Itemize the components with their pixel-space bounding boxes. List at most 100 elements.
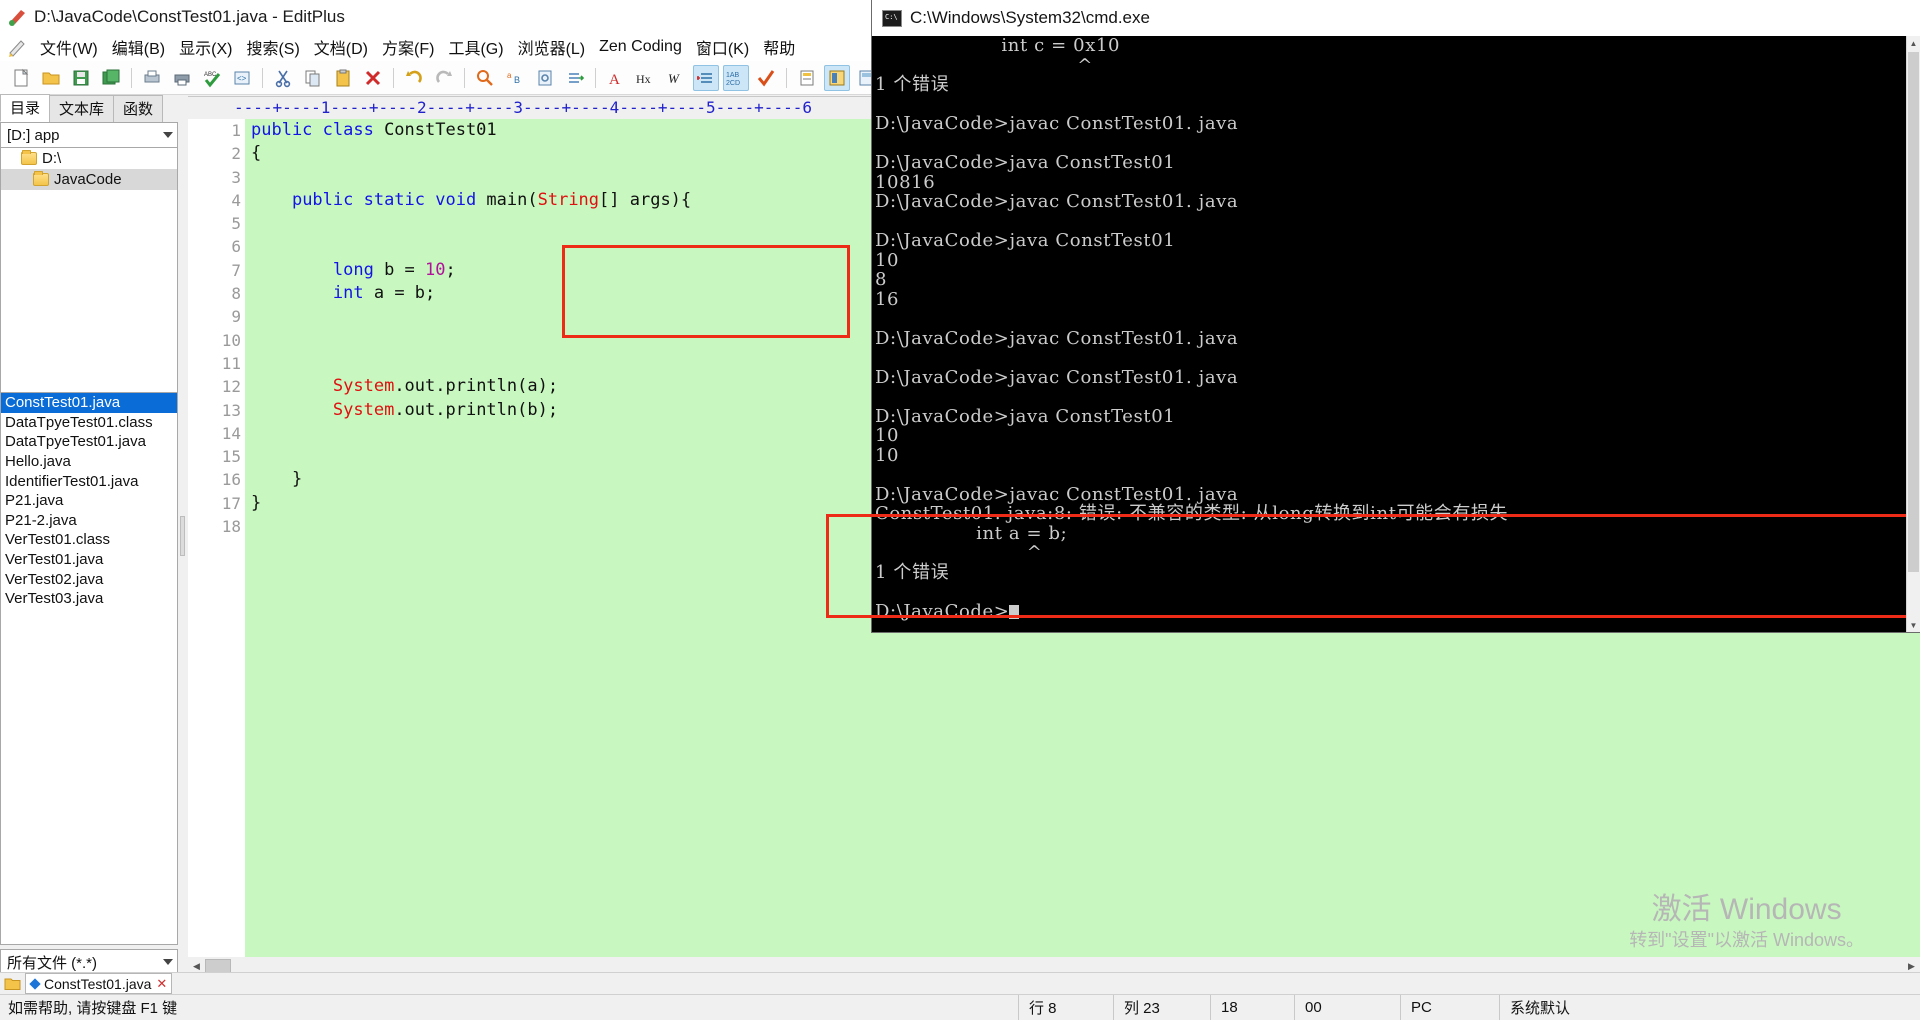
tab-constest01-java[interactable]: ConstTest01.java ✕ bbox=[25, 973, 173, 994]
spellcheck-icon[interactable]: ABC bbox=[199, 65, 225, 91]
output-window-icon[interactable] bbox=[824, 64, 850, 91]
svg-text:A: A bbox=[609, 72, 620, 88]
console-caret bbox=[1009, 604, 1020, 619]
check-icon[interactable] bbox=[753, 65, 779, 91]
menu-item-project[interactable]: 方案(F) bbox=[376, 33, 440, 61]
indent-icon[interactable] bbox=[693, 64, 719, 91]
tab-label: ConstTest01.java bbox=[44, 975, 152, 992]
console-prompt-line[interactable]: D:\JavaCode> bbox=[875, 601, 1906, 622]
code-token: int bbox=[332, 283, 364, 304]
list-item[interactable]: DataTpyeTest01.class bbox=[1, 413, 177, 433]
svg-text:Hx: Hx bbox=[636, 72, 651, 86]
list-item[interactable]: Hello.java bbox=[1, 452, 177, 472]
list-item[interactable]: P21.java bbox=[1, 491, 177, 511]
code-token: String bbox=[537, 189, 600, 210]
menu-item-help[interactable]: 帮助 bbox=[757, 33, 801, 61]
case-convert-icon[interactable]: 1AB 2CD bbox=[723, 64, 749, 91]
find-in-files-icon[interactable] bbox=[532, 65, 558, 91]
tab-function[interactable]: 函数 bbox=[113, 95, 164, 122]
find-icon[interactable] bbox=[472, 65, 498, 91]
list-item[interactable]: DataTpyeTest01.java bbox=[1, 432, 177, 452]
file-list[interactable]: ConstTest01.java DataTpyeTest01.class Da… bbox=[0, 392, 178, 945]
save-file-icon[interactable] bbox=[68, 65, 94, 91]
cmd-vertical-scrollbar[interactable]: ▲ ▼ bbox=[1906, 36, 1920, 632]
list-item[interactable]: P21-2.java bbox=[1, 511, 177, 531]
scroll-up-icon[interactable]: ▲ bbox=[1907, 36, 1920, 50]
menu-item-zen-coding[interactable]: Zen Coding bbox=[593, 36, 688, 58]
line-number: 16 bbox=[221, 470, 241, 490]
tree-item-javacode[interactable]: JavaCode bbox=[1, 169, 177, 190]
drive-select-value: [D:] app bbox=[7, 126, 60, 144]
menu-item-file[interactable]: 文件(W) bbox=[34, 33, 104, 61]
copy-icon[interactable] bbox=[300, 65, 326, 91]
redo-icon[interactable] bbox=[431, 65, 457, 91]
menu-item-document[interactable]: 文档(D) bbox=[308, 33, 374, 61]
splitter-grip[interactable] bbox=[180, 515, 185, 556]
delete-icon[interactable] bbox=[360, 65, 386, 91]
tree-item-drive[interactable]: D:\ bbox=[1, 148, 177, 169]
tab-directory[interactable]: 目录 bbox=[0, 94, 51, 122]
hex-view-icon[interactable]: Hx bbox=[633, 65, 659, 91]
cut-icon[interactable] bbox=[270, 65, 296, 91]
cmd-window[interactable]: C:\Windows\System32\cmd.exe int c = 0x10… bbox=[826, 0, 1920, 632]
save-all-icon[interactable] bbox=[98, 65, 124, 91]
browser-preview-icon[interactable]: <> bbox=[229, 65, 255, 91]
panel-splitter[interactable] bbox=[178, 96, 188, 975]
line-number: 13 bbox=[221, 400, 241, 420]
svg-text:W: W bbox=[668, 71, 680, 86]
goto-line-icon[interactable] bbox=[562, 65, 588, 91]
line-number: 10 bbox=[221, 330, 241, 350]
list-item[interactable]: IdentifierTest01.java bbox=[1, 471, 177, 491]
menu-item-edit[interactable]: 编辑(B) bbox=[106, 33, 171, 61]
print-icon[interactable] bbox=[169, 65, 195, 91]
toolbar-separator bbox=[595, 67, 596, 88]
new-file-icon[interactable] bbox=[8, 65, 34, 91]
font-icon[interactable]: A bbox=[603, 65, 629, 91]
list-item[interactable]: ConstTest01.java bbox=[1, 393, 177, 413]
replace-icon[interactable]: aB bbox=[502, 65, 528, 91]
print-preview-icon[interactable] bbox=[139, 65, 165, 91]
code-token: ConstTest01 bbox=[384, 120, 497, 140]
menu-item-window[interactable]: 窗口(K) bbox=[690, 33, 755, 61]
chevron-down-icon bbox=[163, 959, 173, 965]
file-filter-value: 所有文件 (*.*) bbox=[7, 954, 98, 972]
console-line: ^ bbox=[875, 542, 1043, 563]
paste-icon[interactable] bbox=[330, 65, 356, 91]
undo-icon[interactable] bbox=[401, 65, 427, 91]
word-wrap-icon[interactable]: W bbox=[663, 65, 689, 91]
list-item[interactable]: VerTest01.class bbox=[1, 530, 177, 550]
drive-select[interactable]: [D:] app bbox=[0, 122, 178, 148]
code-token: [] args){ bbox=[599, 189, 692, 210]
menu-item-browser[interactable]: 浏览器(L) bbox=[512, 33, 592, 61]
list-item[interactable]: VerTest03.java bbox=[1, 589, 177, 609]
document-selector-icon[interactable] bbox=[794, 65, 820, 91]
code-token: } bbox=[251, 469, 303, 490]
console-line: ConstTest01. java:8: 错误: 不兼容的类型: 从long转换… bbox=[875, 503, 1509, 524]
code-token: a = b; bbox=[363, 283, 436, 304]
line-number: 5 bbox=[231, 214, 241, 234]
scroll-down-icon[interactable]: ▼ bbox=[1907, 618, 1920, 632]
list-item[interactable]: VerTest01.java bbox=[1, 550, 177, 570]
menu-item-tools[interactable]: 工具(G) bbox=[442, 33, 509, 61]
tab-cliptext[interactable]: 文本库 bbox=[49, 95, 115, 122]
cmd-titlebar: C:\Windows\System32\cmd.exe bbox=[872, 0, 1920, 36]
code-token: 10 bbox=[425, 259, 446, 280]
code-token: public class bbox=[251, 120, 385, 140]
line-number: 4 bbox=[188, 189, 260, 212]
document-tabstrip: ConstTest01.java ✕ bbox=[0, 972, 1920, 994]
console-line: 10 bbox=[875, 425, 900, 446]
open-file-icon[interactable] bbox=[38, 65, 64, 91]
directory-tree[interactable]: D:\ JavaCode bbox=[0, 148, 178, 396]
cmd-scroll-thumb[interactable] bbox=[1908, 52, 1919, 572]
cmd-console-output[interactable]: int c = 0x10 ^ 1 个错误 D:\JavaCode>javac Co… bbox=[872, 36, 1906, 632]
menu-item-search[interactable]: 搜索(S) bbox=[240, 33, 305, 61]
line-number: 12 bbox=[221, 377, 241, 397]
svg-text:1AB: 1AB bbox=[726, 72, 740, 79]
list-item[interactable]: VerTest02.java bbox=[1, 569, 177, 589]
line-number: 11 bbox=[221, 353, 241, 373]
menu-item-view[interactable]: 显示(X) bbox=[173, 33, 238, 61]
close-icon[interactable]: ✕ bbox=[156, 976, 167, 992]
